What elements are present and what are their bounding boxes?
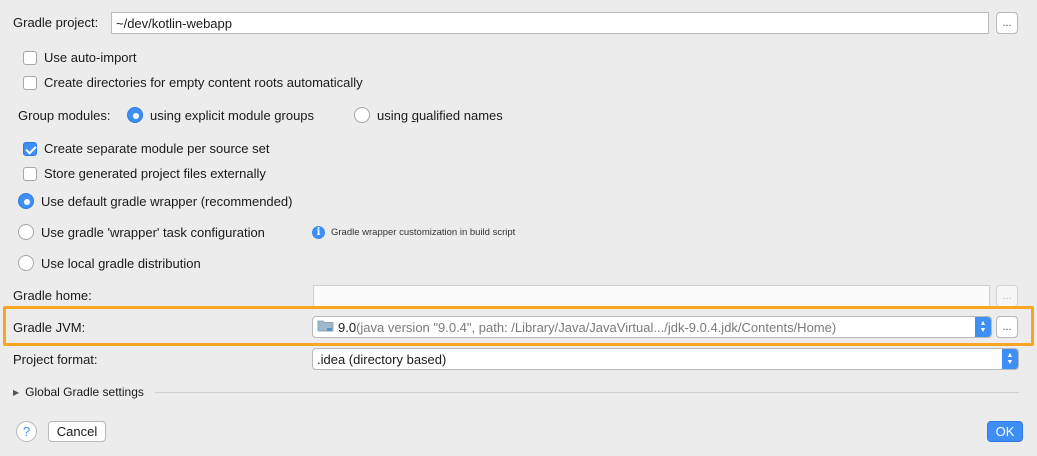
store-external-option[interactable]: Store generated project files externally — [23, 166, 266, 181]
default-wrapper-option[interactable]: Use default gradle wrapper (recommended) — [18, 193, 292, 209]
folder-icon — [317, 319, 334, 335]
group-modules-qualified-option[interactable]: using qualified names — [354, 107, 503, 123]
project-format-label: Project format: — [13, 352, 98, 367]
gradle-home-field[interactable] — [313, 285, 990, 307]
gradle-jvm-select[interactable]: 9.0 (java version "9.0.4", path: /Librar… — [312, 316, 992, 338]
global-settings-label: Global Gradle settings — [25, 385, 144, 399]
local-distribution-label: Use local gradle distribution — [41, 255, 201, 271]
store-external-label: Store generated project files externally — [44, 166, 266, 181]
wrapper-hint: i Gradle wrapper customization in build … — [312, 226, 515, 239]
group-modules-qualified-label: using qualified names — [377, 108, 503, 123]
gradle-home-browse-button[interactable]: ... — [996, 285, 1018, 307]
gradle-jvm-browse-button[interactable]: ... — [996, 316, 1018, 338]
qualified-label-pre: using — [377, 107, 412, 123]
gradle-home-label: Gradle home: — [13, 288, 92, 303]
wrapper-hint-text: Gradle wrapper customization in build sc… — [331, 227, 516, 238]
store-external-checkbox[interactable] — [23, 166, 37, 181]
global-settings-toggle[interactable]: ▶ Global Gradle settings — [13, 385, 144, 399]
local-distribution-option[interactable]: Use local gradle distribution — [18, 255, 201, 271]
help-button[interactable]: ? — [16, 421, 37, 442]
group-modules-explicit-option[interactable]: using explicit module groups — [127, 107, 314, 123]
group-modules-explicit-radio[interactable] — [127, 107, 143, 123]
info-icon: i — [312, 226, 325, 239]
gradle-jvm-detail: (java version "9.0.4", path: /Library/Ja… — [356, 319, 837, 335]
chevron-up-down-icon: ▲ ▼ — [975, 317, 991, 337]
create-dirs-option[interactable]: Create directories for empty content roo… — [23, 75, 363, 90]
chevron-up-down-icon: ▲ ▼ — [1002, 349, 1018, 369]
auto-import-checkbox[interactable] — [23, 50, 37, 65]
auto-import-option[interactable]: Use auto-import — [23, 50, 136, 65]
local-distribution-radio[interactable] — [18, 255, 34, 271]
wrapper-task-option[interactable]: Use gradle 'wrapper' task configuration — [18, 224, 265, 240]
gradle-project-value: ~/dev/kotlin-webapp — [116, 15, 232, 31]
project-format-value: .idea (directory based) — [317, 351, 447, 367]
wrapper-task-label: Use gradle 'wrapper' task configuration — [41, 224, 265, 240]
gradle-project-field[interactable]: ~/dev/kotlin-webapp — [111, 12, 989, 34]
default-wrapper-label: Use default gradle wrapper (recommended) — [41, 193, 293, 209]
create-dirs-checkbox[interactable] — [23, 75, 37, 90]
default-wrapper-radio[interactable] — [18, 193, 34, 209]
global-settings-divider — [155, 392, 1019, 393]
group-modules-qualified-radio[interactable] — [354, 107, 370, 123]
separate-module-checkbox[interactable] — [23, 141, 37, 156]
wrapper-task-radio[interactable] — [18, 224, 34, 240]
create-dirs-label: Create directories for empty content roo… — [44, 75, 363, 90]
gradle-project-browse-button[interactable]: ... — [996, 12, 1018, 34]
qualified-label-post: ualified names — [418, 107, 503, 123]
qualified-label-mnemonic: q — [411, 107, 419, 123]
group-modules-label: Group modules: — [18, 108, 111, 123]
project-format-select[interactable]: .idea (directory based) ▲ ▼ — [312, 348, 1019, 370]
separate-module-label: Create separate module per source set — [44, 141, 270, 156]
auto-import-label: Use auto-import — [44, 50, 137, 65]
gradle-jvm-version: 9.0 — [338, 319, 357, 335]
group-modules-explicit-label: using explicit module groups — [150, 107, 315, 123]
disclosure-triangle-icon: ▶ — [13, 387, 20, 397]
ok-button[interactable]: OK — [987, 421, 1023, 442]
gradle-project-label: Gradle project: — [13, 15, 99, 30]
gradle-jvm-label: Gradle JVM: — [13, 320, 86, 335]
cancel-button[interactable]: Cancel — [48, 421, 106, 442]
separate-module-option[interactable]: Create separate module per source set — [23, 141, 269, 156]
